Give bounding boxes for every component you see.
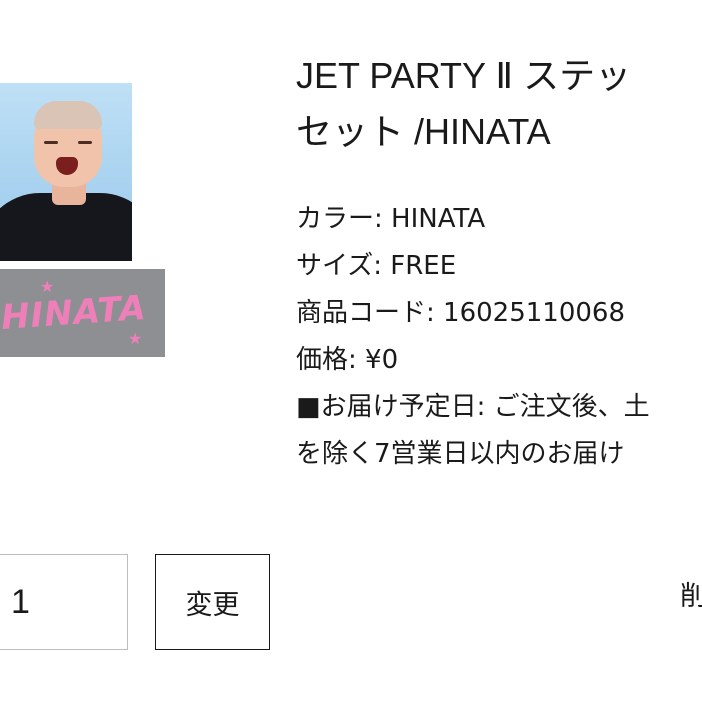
change-quantity-button[interactable]: 変更 bbox=[155, 554, 270, 650]
attr-delivery-line-1: ■お届け予定日: ご注文後、土 bbox=[296, 392, 650, 422]
product-title-line-1: JET PARTY Ⅱ ステッ bbox=[296, 55, 632, 96]
attr-product-code: 商品コード: 16025110068 bbox=[296, 298, 625, 328]
product-attributes: カラー: HINATA サイズ: FREE 商品コード: 16025110068… bbox=[296, 196, 702, 478]
quantity-input[interactable] bbox=[0, 554, 128, 650]
product-logo-sticker[interactable]: ★ ★ HINATA bbox=[0, 269, 165, 357]
attr-price: 価格: ¥0 bbox=[296, 345, 399, 375]
photo-hair-shape bbox=[34, 101, 102, 129]
logo-text: HINATA bbox=[0, 287, 148, 339]
product-title-line-2: セット /HINATA bbox=[296, 111, 551, 152]
product-title[interactable]: JET PARTY Ⅱ ステッ セット /HINATA bbox=[296, 48, 702, 160]
star-icon: ★ bbox=[40, 277, 55, 296]
photo-eye-left bbox=[44, 141, 58, 144]
cart-item-page: ★ ★ HINATA JET PARTY Ⅱ ステッ セット /HINATA カ… bbox=[0, 0, 702, 702]
photo-eye-right bbox=[78, 141, 92, 144]
attr-size: サイズ: FREE bbox=[296, 251, 457, 281]
delete-link[interactable]: 削 bbox=[680, 574, 702, 613]
star-icon: ★ bbox=[128, 329, 143, 348]
attr-color: カラー: HINATA bbox=[296, 204, 486, 234]
product-photo[interactable] bbox=[0, 83, 132, 261]
attr-delivery-line-2: を除く7営業日以内のお届け bbox=[296, 439, 625, 469]
